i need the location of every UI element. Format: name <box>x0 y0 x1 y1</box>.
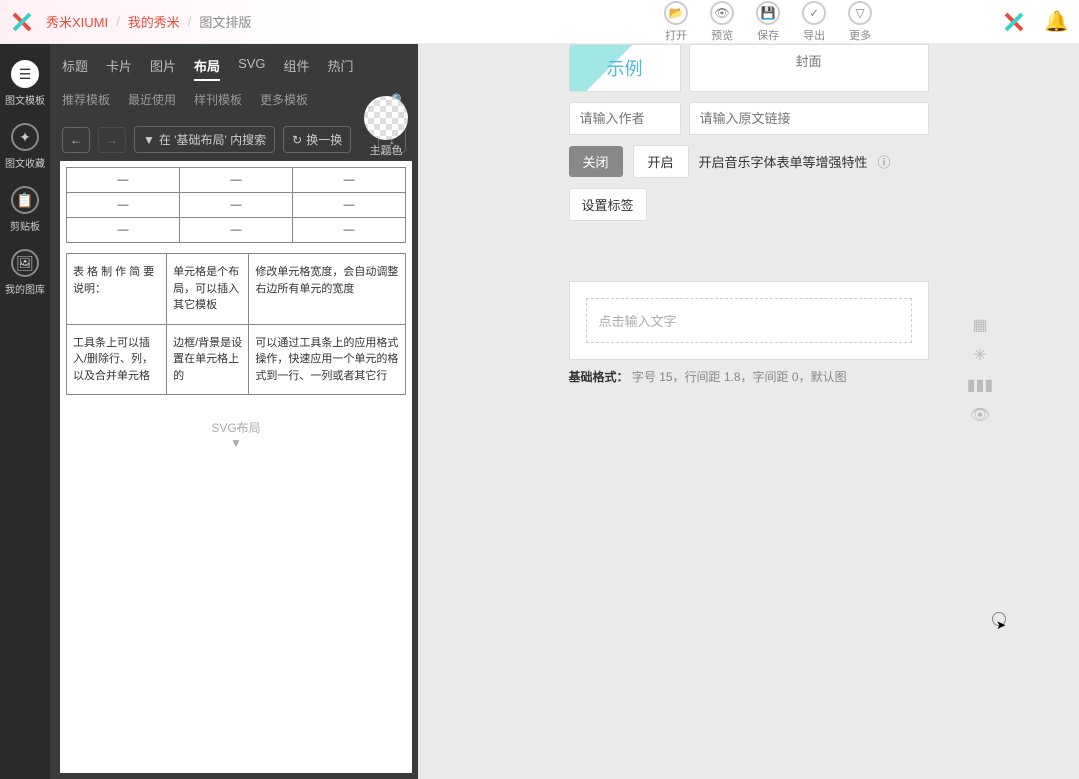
tab-recommend[interactable]: 推荐模板 <box>62 87 110 112</box>
template-empty-table[interactable]: ——— ——— ——— <box>66 167 406 243</box>
bell-icon[interactable]: 🔔 <box>1044 9 1069 34</box>
app-logo <box>10 10 34 34</box>
theme-color-button[interactable] <box>364 96 408 140</box>
more-button[interactable]: ▽更多 <box>848 1 872 43</box>
star-icon: ✦ <box>11 123 39 151</box>
author-input[interactable] <box>569 102 681 135</box>
preview-button[interactable]: 👁预览 <box>710 1 734 43</box>
content-editor[interactable]: 点击输入文字 <box>569 281 929 360</box>
chart-tool-icon[interactable]: ▮▮▮ <box>971 376 989 394</box>
nav-template[interactable]: ☰图文模板 <box>5 52 45 115</box>
template-toolbar: ← → ▼在 '基础布局' 内搜索 ↻换一换 ↕ <box>50 118 418 161</box>
chevron-down-icon: ▼ <box>80 436 392 450</box>
cursor-indicator: ➤ <box>992 612 1006 626</box>
tab-more-templates[interactable]: 更多模板 <box>260 87 308 112</box>
breadcrumb: 秀米XIUMI / 我的秀米 / 图文排版 <box>46 12 251 31</box>
tab-image[interactable]: 图片 <box>150 52 176 81</box>
tab-hot[interactable]: 热门 <box>328 52 354 81</box>
toggle-open[interactable]: 开启 <box>633 145 689 178</box>
format-info: 基础格式： 字号 15，行间距 1.8，字间距 0，默认图 <box>569 368 929 385</box>
grid-tool-icon[interactable]: ▦ <box>971 316 989 334</box>
tab-title[interactable]: 标题 <box>62 52 88 81</box>
breadcrumb-current: 图文排版 <box>199 12 251 31</box>
open-button[interactable]: 📂打开 <box>664 1 688 43</box>
chevron-down-icon: ▽ <box>848 1 872 25</box>
breadcrumb-brand[interactable]: 秀米XIUMI <box>46 12 108 31</box>
cover-box[interactable]: 封面 <box>689 44 929 92</box>
nav-favorites[interactable]: ✦图文收藏 <box>5 115 45 178</box>
tab-component[interactable]: 组件 <box>284 52 310 81</box>
toggle-close[interactable]: 关闭 <box>569 146 623 177</box>
template-list[interactable]: ——— ——— ——— 表 格 制 作 简 要 说明： 单元格是个布局，可以插入… <box>60 161 412 773</box>
eye-tool-icon[interactable]: 👁 <box>971 406 989 424</box>
table-cell: 工具条上可以插入/删除行、列，以及合并单元格 <box>67 324 167 395</box>
table-cell: 表 格 制 作 简 要 说明： <box>67 254 167 325</box>
editor-placeholder[interactable]: 点击输入文字 <box>586 298 912 343</box>
app-logo-small[interactable] <box>1002 10 1026 34</box>
swap-button[interactable]: ↻换一换 <box>283 126 351 153</box>
tab-sample[interactable]: 样刊模板 <box>194 87 242 112</box>
table-cell: 边框/背景是设置在单元格上的 <box>167 324 249 395</box>
filter-icon: ▼ <box>143 133 155 147</box>
eye-icon: 👁 <box>710 1 734 25</box>
top-actions: 📂打开 👁预览 💾保存 ✓导出 ▽更多 <box>664 1 872 43</box>
canvas-side-tools: ▦ ✳ ▮▮▮ 👁 <box>971 316 989 424</box>
svg-layout-section[interactable]: SVG布局 ▼ <box>66 405 406 464</box>
feature-label: 开启音乐字体表单等增强特性 <box>699 152 868 171</box>
check-icon: ✓ <box>802 1 826 25</box>
set-tags-button[interactable]: 设置标签 <box>569 188 647 221</box>
table-cell: 可以通过工具条上的应用格式操作，快速应用一个单元的格式到一行、一列或者其它行 <box>249 324 406 395</box>
menu-icon: ☰ <box>11 60 39 88</box>
tab-card[interactable]: 卡片 <box>106 52 132 81</box>
save-button[interactable]: 💾保存 <box>756 1 780 43</box>
theme-color-label: 主题色 <box>364 142 408 158</box>
tab-svg[interactable]: SVG <box>238 52 265 81</box>
nav-gallery[interactable]: 🖼我的图库 <box>5 241 45 304</box>
topbar: 秀米XIUMI / 我的秀米 / 图文排版 📂打开 👁预览 💾保存 ✓导出 ▽更… <box>0 0 1079 44</box>
search-in-button[interactable]: ▼在 '基础布局' 内搜索 <box>134 126 275 153</box>
primary-tabs: 标题 卡片 图片 布局 SVG 组件 热门 <box>50 44 418 81</box>
secondary-tabs: 推荐模板 最近使用 样刊模板 更多模板 🔍 <box>50 81 418 118</box>
table-cell: 单元格是个布局，可以插入其它模板 <box>167 254 249 325</box>
thumbnail[interactable]: 示例 <box>569 44 681 92</box>
folder-open-icon: 📂 <box>664 1 688 25</box>
forward-button[interactable]: → <box>98 127 126 153</box>
template-desc-table[interactable]: 表 格 制 作 简 要 说明： 单元格是个布局，可以插入其它模板 修改单元格宽度… <box>66 253 406 395</box>
side-panel: 标题 卡片 图片 布局 SVG 组件 热门 推荐模板 最近使用 样刊模板 更多模… <box>50 44 418 779</box>
back-button[interactable]: ← <box>62 127 90 153</box>
image-icon: 🖼 <box>11 249 39 277</box>
sparkle-tool-icon[interactable]: ✳ <box>971 346 989 364</box>
left-nav: ☰图文模板 ✦图文收藏 📋剪贴板 🖼我的图库 <box>0 44 50 779</box>
table-cell: 修改单元格宽度，会自动调整右边所有单元的宽度 <box>249 254 406 325</box>
export-button[interactable]: ✓导出 <box>802 1 826 43</box>
tab-recent[interactable]: 最近使用 <box>128 87 176 112</box>
refresh-icon: ↻ <box>292 133 302 147</box>
tab-layout[interactable]: 布局 <box>194 52 220 81</box>
save-icon: 💾 <box>756 1 780 25</box>
nav-clipboard[interactable]: 📋剪贴板 <box>10 178 40 241</box>
document-settings: 示例 封面 关闭 开启 开启音乐字体表单等增强特性 ⓘ 设置标签 <box>569 44 929 221</box>
breadcrumb-mine[interactable]: 我的秀米 <box>128 12 180 31</box>
editor-canvas[interactable]: 示例 封面 关闭 开启 开启音乐字体表单等增强特性 ⓘ 设置标签 点击输入文字 … <box>418 44 1079 779</box>
source-link-input[interactable] <box>689 102 929 135</box>
help-icon[interactable]: ⓘ <box>878 152 891 171</box>
clipboard-icon: 📋 <box>11 186 39 214</box>
